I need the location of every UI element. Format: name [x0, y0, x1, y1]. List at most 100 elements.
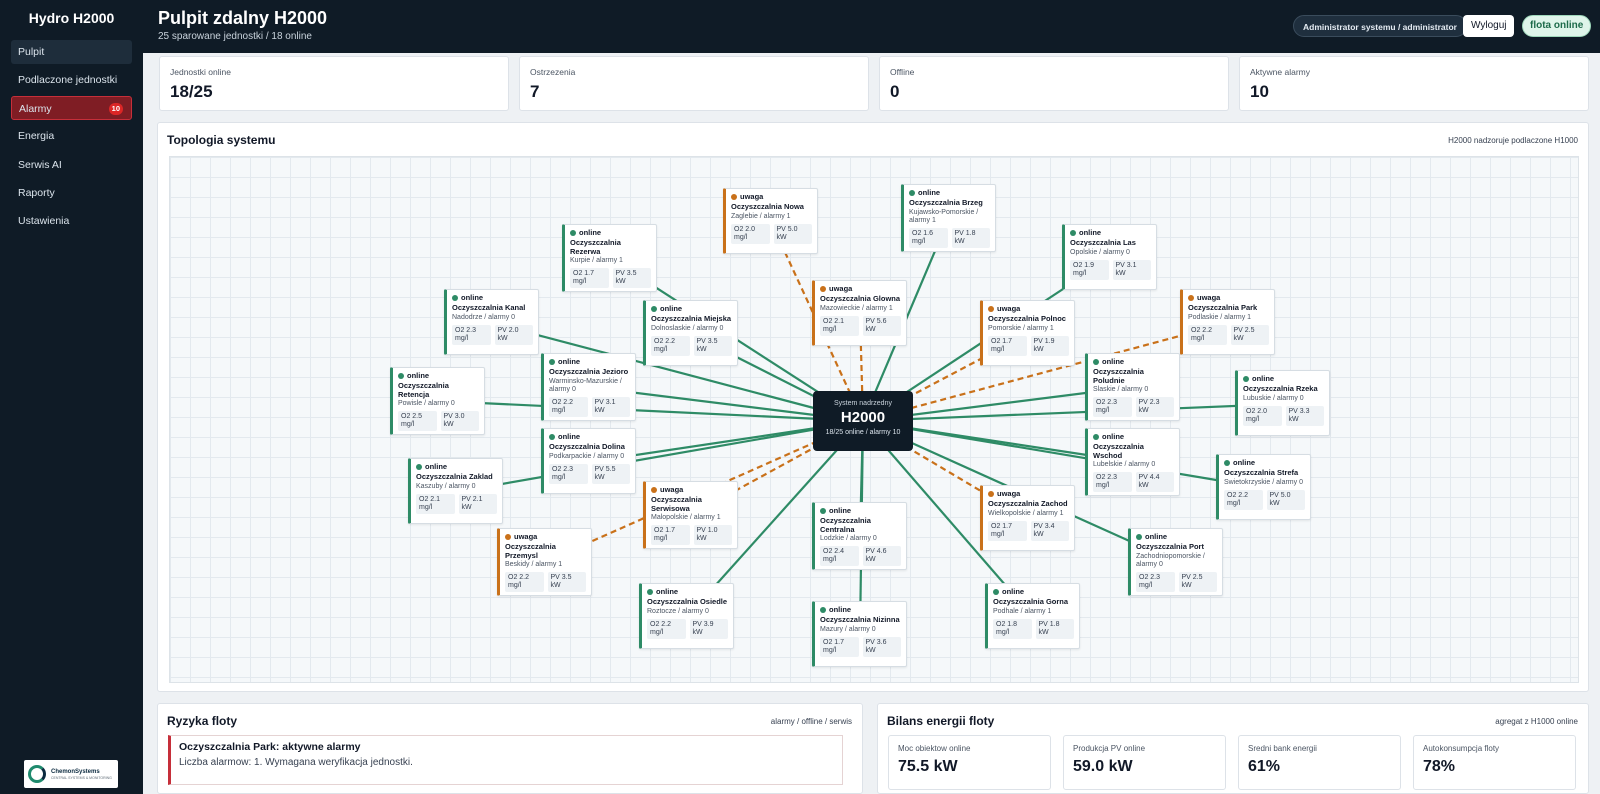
- topology-canvas[interactable]: System nadrzedny H2000 18/25 online / al…: [169, 156, 1579, 683]
- node-status: uwaga: [505, 532, 586, 541]
- topology-node[interactable]: online Oczyszczalnia Poludnie Slaskie / al…: [1085, 353, 1180, 421]
- node-o2: O2 2.5 mg/l: [398, 411, 437, 431]
- node-status-label: uwaga: [1197, 293, 1221, 302]
- node-status-label: uwaga: [514, 532, 538, 541]
- stat-label: Jednostki online: [170, 67, 231, 77]
- node-pv: PV 5.6 kW: [862, 315, 901, 336]
- topology-node[interactable]: online Oczyszczalnia Centralna Lodzkie / a…: [812, 502, 907, 570]
- node-o2: O2 1.7 mg/l: [988, 520, 1027, 541]
- topology-node[interactable]: online Oczyszczalnia Rzeka Lubuskie / alar…: [1235, 370, 1330, 436]
- sidebar-item-label: Serwis AI: [18, 159, 62, 171]
- topology-node[interactable]: online Oczyszczalnia Gorna Podhale / alarm…: [985, 583, 1080, 649]
- status-dot-icon: [398, 372, 404, 379]
- node-pv: PV 3.5 kW: [547, 572, 586, 592]
- node-status: online: [452, 293, 533, 302]
- node-o2: O2 2.1 mg/l: [820, 315, 859, 336]
- risk-item[interactable]: Oczyszczalnia Park: aktywne alarmy Liczb…: [168, 735, 843, 785]
- topology-node[interactable]: online Oczyszczalnia Rezerwa Kurpie / alar…: [562, 224, 657, 292]
- topology-node[interactable]: online Oczyszczalnia Kanal Nadodrze / alar…: [444, 289, 539, 355]
- node-status-label: online: [461, 293, 484, 302]
- node-name: Oczyszczalnia Serwisowa: [651, 495, 702, 513]
- status-dot-icon: [1093, 358, 1099, 365]
- node-o2: O2 1.9 mg/l: [1070, 259, 1109, 280]
- node-status-label: online: [1079, 228, 1102, 237]
- node-o2: O2 2.3 mg/l: [1093, 472, 1132, 492]
- topology-node[interactable]: uwaga Oczyszczalnia Polnoc Pomorskie / ala…: [980, 300, 1075, 366]
- node-name: Oczyszczalnia Poludnie: [1093, 367, 1144, 385]
- stat-card-offline: Offline 0: [879, 56, 1229, 111]
- node-pv: PV 3.5 kW: [612, 268, 651, 288]
- topology-link: [862, 419, 1265, 490]
- node-status-label: online: [1102, 432, 1125, 441]
- logout-button[interactable]: Wyloguj: [1463, 15, 1515, 37]
- topology-node[interactable]: uwaga Oczyszczalnia Nowa Zaglebie / alarmy…: [723, 188, 818, 254]
- node-pv: PV 5.0 kW: [773, 223, 812, 244]
- topology-node[interactable]: online Oczyszczalnia Zaklad Kaszuby / alar…: [408, 458, 503, 524]
- topology-node[interactable]: online Oczyszczalnia Brzeg Kujawsko-Pomors…: [901, 184, 996, 252]
- topology-node[interactable]: uwaga Oczyszczalnia Park Podlaskie / alarm…: [1180, 289, 1275, 355]
- node-status-label: online: [1252, 374, 1275, 383]
- node-status-label: online: [1002, 587, 1025, 596]
- user-badge[interactable]: Administrator systemu / administrator: [1293, 15, 1467, 37]
- sidebar-item-pulpit[interactable]: Pulpit: [11, 40, 132, 64]
- topology-node[interactable]: online Oczyszczalnia Strefa Swietokrzyskie…: [1216, 454, 1311, 520]
- topology-node[interactable]: online Oczyszczalnia Wschod Lubelskie / al…: [1085, 428, 1180, 496]
- status-dot-icon: [416, 463, 422, 470]
- node-status: online: [1136, 532, 1217, 541]
- topology-node[interactable]: online Oczyszczalnia Las Opolskie / alarmy…: [1062, 224, 1157, 290]
- sidebar-item-units[interactable]: Podlaczone jednostki: [11, 68, 132, 92]
- node-meta: Wielkopolskie / alarmy 1: [988, 509, 1064, 517]
- node-pv: PV 1.0 kW: [693, 525, 732, 545]
- node-pv: PV 2.3 kW: [1135, 397, 1174, 417]
- topology-node[interactable]: online Oczyszczalnia Retencja Powisle / al…: [390, 367, 485, 435]
- node-status: uwaga: [731, 192, 812, 201]
- node-status-label: online: [558, 432, 581, 441]
- topology-node[interactable]: online Oczyszczalnia Miejska Dolnoslaskie …: [643, 300, 738, 366]
- topology-node[interactable]: online Oczyszczalnia Dolina Podkarpackie /…: [541, 428, 636, 494]
- status-dot-icon: [651, 305, 657, 312]
- node-name: Oczyszczalnia Wschod: [1093, 442, 1144, 460]
- node-meta: Kujawsko-Pomorskie / alarmy 1: [909, 208, 979, 224]
- hub-node[interactable]: System nadrzedny H2000 18/25 online / al…: [813, 391, 913, 451]
- sidebar-item-energy[interactable]: Energia: [11, 124, 132, 148]
- page-subtitle: 25 sparowane jednostki / 18 online: [158, 31, 312, 42]
- node-status: online: [820, 506, 901, 515]
- node-status: online: [570, 228, 651, 237]
- risk-title: Oczyszczalnia Park: aktywne alarmy: [179, 741, 361, 753]
- topology-node[interactable]: online Oczyszczalnia Jezioro Warminsko-Maz…: [541, 353, 636, 421]
- status-dot-icon: [570, 229, 576, 236]
- node-o2: O2 2.3 mg/l: [1093, 397, 1132, 417]
- node-status-label: uwaga: [740, 192, 764, 201]
- node-meta: Opolskie / alarmy 0: [1070, 248, 1130, 256]
- status-dot-icon: [909, 189, 915, 196]
- node-meta: Malopolskie / alarmy 1: [651, 514, 721, 521]
- energy-title: Bilans energii floty: [887, 714, 995, 728]
- stat-value: 10: [1250, 82, 1269, 101]
- topology-node[interactable]: online Oczyszczalnia Nizinna Mazury / alar…: [812, 601, 907, 667]
- status-dot-icon: [731, 193, 737, 200]
- sidebar-item-settings[interactable]: Ustawienia: [11, 209, 132, 233]
- topology-node[interactable]: uwaga Oczyszczalnia Przemysl Beskidy / ala…: [497, 528, 592, 596]
- topology-node[interactable]: online Oczyszczalnia Port Zachodniopomorsk…: [1128, 528, 1223, 596]
- node-name: Oczyszczalnia Polnoc: [988, 314, 1066, 323]
- stat-card-alarms: Aktywne alarmy 10: [1239, 56, 1589, 111]
- node-status-label: online: [425, 462, 448, 471]
- sidebar-item-ai-service[interactable]: Serwis AI: [11, 153, 132, 177]
- node-meta: Kurpie / alarmy 1: [570, 257, 623, 264]
- topology-node[interactable]: uwaga Oczyszczalnia Serwisowa Malopolskie …: [643, 481, 738, 549]
- energy-label: Autokonsumpcja floty: [1423, 744, 1500, 753]
- node-o2: O2 1.8 mg/l: [993, 618, 1032, 639]
- topology-node[interactable]: online Oczyszczalnia Osiedle Roztocze / al…: [639, 583, 734, 649]
- stat-label: Ostrzezenia: [530, 67, 576, 77]
- node-status: online: [416, 462, 497, 471]
- sidebar-item-alarms[interactable]: Alarmy 10: [11, 96, 132, 120]
- topology-node[interactable]: uwaga Oczyszczalnia Zachod Wielkopolskie /…: [980, 485, 1075, 551]
- stat-label: Aktywne alarmy: [1250, 67, 1310, 77]
- sidebar-item-reports[interactable]: Raporty: [11, 181, 132, 205]
- node-pv: PV 3.0 kW: [440, 411, 479, 431]
- node-status-label: online: [1145, 532, 1168, 541]
- company-logo: ChemonSystems CENTRAL SYSTEMS & MONITORI…: [24, 760, 118, 788]
- node-name: Oczyszczalnia Przemysl: [505, 542, 556, 560]
- topology-node[interactable]: uwaga Oczyszczalnia Glowna Mazowieckie / a…: [812, 280, 907, 346]
- node-pv: PV 2.0 kW: [494, 324, 533, 345]
